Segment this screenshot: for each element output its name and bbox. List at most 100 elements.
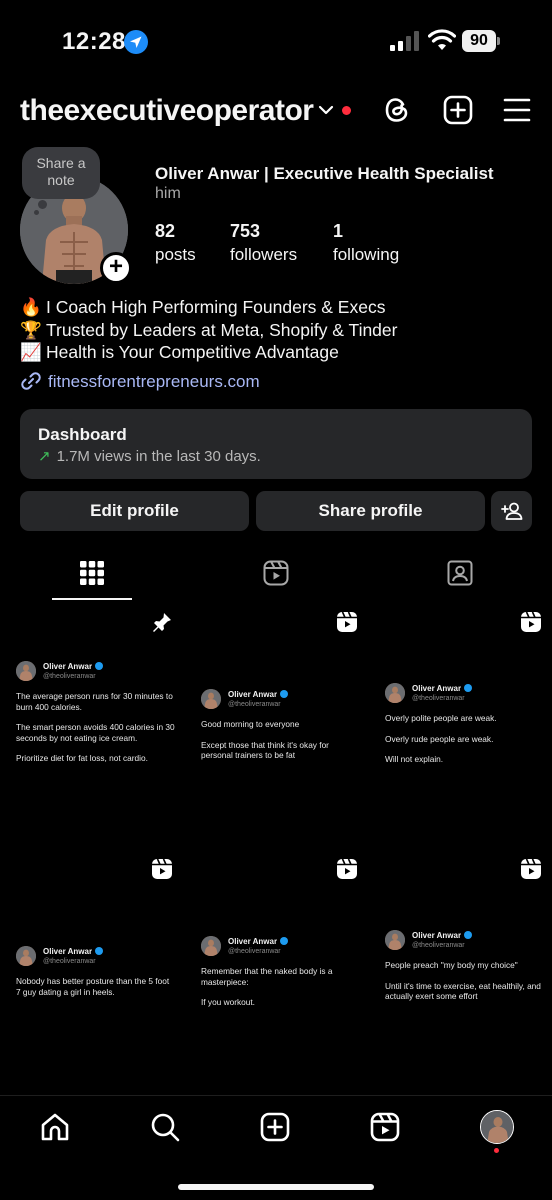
dashboard-views-text: 1.7M views in the last 30 days. — [56, 448, 261, 465]
grid-post[interactable]: Oliver Anwar @theoliveranwar Remember that… — [185, 850, 368, 1095]
author-name: Oliver Anwar — [43, 947, 104, 958]
quote-paragraph: The smart person avoids 400 calories in … — [16, 722, 175, 743]
author-handle: @theoliveranwar — [228, 701, 281, 708]
author-handle: @theoliveranwar — [43, 673, 96, 680]
author-handle: @theoliveranwar — [228, 948, 281, 955]
quote-paragraph: Overly rude people are weak. — [385, 733, 494, 744]
dashboard-subtitle: ↗ 1.7M views in the last 30 days. — [38, 447, 261, 465]
trophy-emoji: 🏆 — [20, 319, 42, 340]
notification-dot — [342, 106, 351, 115]
location-arrow-icon — [124, 30, 148, 54]
note-bubble-tail — [38, 200, 47, 209]
grid-post[interactable]: Oliver Anwar @theoliveranwar Nobody has be… — [0, 850, 183, 1095]
battery-level: 90 — [462, 30, 496, 52]
discover-people-button[interactable] — [491, 491, 532, 531]
tab-reels[interactable] — [184, 551, 368, 601]
professional-dashboard[interactable]: Dashboard ↗ 1.7M views in the last 30 day… — [20, 409, 532, 479]
quote-paragraph: Overly polite people are weak. — [385, 713, 497, 723]
quote-paragraph: Nobody has better posture than the 5 foo… — [16, 976, 170, 997]
reel-icon — [337, 858, 357, 879]
grid-post[interactable]: Oliver Anwar @theoliveranwar Good morning … — [185, 603, 368, 848]
reels-icon[interactable] — [369, 1111, 401, 1143]
author-handle: @theoliveranwar — [412, 695, 465, 702]
quote-card: Oliver Anwar @theoliveranwar Remember that… — [201, 936, 361, 1018]
pin-icon — [153, 613, 171, 632]
author-avatar — [16, 661, 36, 681]
tagged-icon — [447, 560, 473, 586]
dashboard-title: Dashboard — [38, 425, 127, 444]
stat-posts-label: posts — [155, 245, 196, 264]
stat-following-label: following — [333, 245, 400, 264]
edit-profile-button[interactable]: Edit profile — [20, 491, 249, 531]
account-switcher-username[interactable]: theexecutiveoperator — [20, 94, 314, 128]
profile-header: theexecutiveoperator — [0, 88, 552, 134]
bio-text: I Coach High Performing Founders & Execs — [46, 297, 386, 317]
tab-tagged[interactable] — [368, 551, 552, 601]
stat-followers[interactable]: 753 followers — [230, 221, 297, 265]
bio-text: Health is Your Competitive Advantage — [46, 342, 339, 362]
status-bar: 12:28 90 — [0, 0, 552, 80]
stat-following[interactable]: 1 following — [333, 221, 399, 265]
profile-bio: 🔥 I Coach High Performing Founders & Exec… — [20, 296, 397, 364]
quote-card: Oliver Anwar @theoliveranwar Nobody has be… — [16, 946, 176, 1007]
author-name: Oliver Anwar — [228, 690, 289, 701]
threads-icon[interactable] — [382, 95, 412, 125]
search-icon[interactable] — [149, 1111, 181, 1143]
quote-card-header: Oliver Anwar @theoliveranwar — [385, 930, 545, 952]
reel-icon — [521, 858, 541, 879]
menu-icon[interactable] — [503, 97, 531, 123]
stat-following-count: 1 — [333, 221, 344, 241]
profile-tab-avatar[interactable] — [480, 1110, 514, 1144]
quote-paragraph: Will not explain. — [385, 754, 444, 764]
chevron-down-icon[interactable] — [318, 104, 334, 116]
author-name: Oliver Anwar — [412, 684, 473, 695]
verified-badge-icon — [95, 662, 104, 670]
link-icon — [21, 372, 41, 390]
verified-badge-icon — [95, 947, 104, 955]
wifi-icon — [428, 29, 456, 50]
verified-badge-icon — [464, 684, 473, 692]
profile-link[interactable]: fitnessforentrepreneurs.com — [20, 371, 260, 392]
author-handle: @theoliveranwar — [43, 958, 96, 965]
quote-paragraph: Remember that the naked body is a master… — [201, 966, 333, 987]
fire-emoji: 🔥 — [20, 297, 42, 317]
grid-icon — [80, 561, 104, 585]
author-avatar — [201, 689, 221, 709]
share-profile-button[interactable]: Share profile — [256, 491, 485, 531]
home-icon[interactable] — [39, 1111, 71, 1143]
stat-posts-count: 82 — [155, 221, 176, 241]
verified-badge-icon — [280, 937, 289, 945]
grid-post[interactable]: Oliver Anwar @theoliveranwar The average p… — [0, 603, 183, 848]
grid-post[interactable]: Oliver Anwar @theoliveranwar Overly polite… — [369, 603, 552, 848]
stat-followers-count: 753 — [230, 221, 261, 241]
share-note-bubble[interactable]: Share a note — [22, 147, 100, 199]
chart-emoji: 📈 — [20, 342, 42, 362]
author-avatar — [16, 946, 36, 966]
quote-card-header: Oliver Anwar @theoliveranwar — [16, 946, 176, 968]
active-tab-indicator — [52, 598, 132, 600]
add-story-button[interactable]: + — [100, 252, 132, 284]
profile-tabs — [0, 551, 552, 601]
profile-link-text[interactable]: fitnessforentrepreneurs.com — [48, 372, 260, 391]
tab-posts-grid[interactable] — [0, 551, 184, 601]
signal-icon — [390, 31, 419, 51]
grid-post[interactable]: Oliver Anwar @theoliveranwar People preach… — [369, 850, 552, 1095]
avatar-image — [481, 1111, 513, 1143]
battery-indicator: 90 — [462, 30, 500, 52]
verified-badge-icon — [464, 931, 473, 939]
quote-card: Oliver Anwar @theoliveranwar People preach… — [385, 930, 545, 1012]
battery-tip — [497, 37, 500, 45]
author-name: Oliver Anwar — [412, 931, 473, 942]
stat-posts[interactable]: 82 posts — [155, 221, 196, 265]
quote-card: Oliver Anwar @theoliveranwar Good morning … — [201, 689, 361, 771]
bio-line: 🏆 Trusted by Leaders at Meta, Shopify & T… — [20, 319, 397, 342]
stat-followers-label: followers — [230, 245, 298, 264]
author-name: Oliver Anwar — [43, 662, 104, 673]
create-icon[interactable] — [259, 1111, 291, 1143]
add-user-icon — [500, 502, 522, 520]
author-avatar — [201, 936, 221, 956]
quote-paragraph: Good morning to everyone — [201, 719, 300, 729]
reel-icon — [337, 611, 357, 632]
create-icon[interactable] — [443, 95, 473, 125]
reel-icon — [152, 858, 172, 879]
